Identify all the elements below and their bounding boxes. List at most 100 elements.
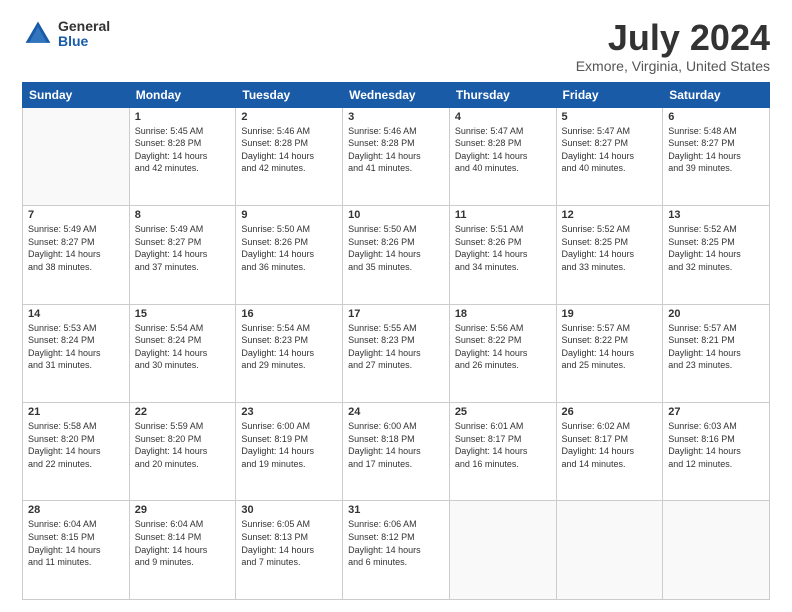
day-number: 24 <box>348 406 444 418</box>
calendar-cell: 24 Sunrise: 6:00 AM Sunset: 8:18 PM Dayli… <box>343 403 450 501</box>
calendar-cell: 23 Sunrise: 6:00 AM Sunset: 8:19 PM Dayli… <box>236 403 343 501</box>
day-info: Sunrise: 5:49 AM Sunset: 8:27 PM Dayligh… <box>28 223 124 273</box>
day-info: Sunrise: 5:54 AM Sunset: 8:23 PM Dayligh… <box>241 322 337 372</box>
calendar-cell: 14Sunrise: 5:53 AM Sunset: 8:24 PM Dayli… <box>23 304 130 402</box>
calendar-cell: 5Sunrise: 5:47 AM Sunset: 8:27 PM Daylig… <box>556 107 663 205</box>
day-info: Sunrise: 5:53 AM Sunset: 8:24 PM Dayligh… <box>28 322 124 372</box>
day-number: 17 <box>348 308 444 320</box>
col-monday: Monday <box>129 82 236 107</box>
day-info: Sunrise: 5:59 AM Sunset: 8:20 PM Dayligh… <box>135 420 231 470</box>
calendar-cell: 8Sunrise: 5:49 AM Sunset: 8:27 PM Daylig… <box>129 206 236 304</box>
calendar-cell: 29 Sunrise: 6:04 AM Sunset: 8:14 PM Dayli… <box>129 501 236 600</box>
calendar-body: 1 Sunrise: 5:45 AM Sunset: 8:28 PM Daylig… <box>23 107 770 599</box>
day-info: Sunrise: 6:00 AM Sunset: 8:19 PM Dayligh… <box>241 420 337 470</box>
day-number: 20 <box>668 308 764 320</box>
day-number: 29 <box>135 504 231 516</box>
calendar-week-row: 1 Sunrise: 5:45 AM Sunset: 8:28 PM Daylig… <box>23 107 770 205</box>
calendar-cell: 15 Sunrise: 5:54 AM Sunset: 8:24 PM Dayli… <box>129 304 236 402</box>
day-number: 15 <box>135 308 231 320</box>
day-info: Sunrise: 6:04 AM Sunset: 8:14 PM Dayligh… <box>135 518 231 568</box>
day-info: Sunrise: 5:50 AM Sunset: 8:26 PM Dayligh… <box>241 223 337 273</box>
day-number: 23 <box>241 406 337 418</box>
day-number: 12 <box>562 209 658 221</box>
day-number: 6 <box>668 111 764 123</box>
day-info: Sunrise: 6:01 AM Sunset: 8:17 PM Dayligh… <box>455 420 551 470</box>
day-info: Sunrise: 5:52 AM Sunset: 8:25 PM Dayligh… <box>668 223 764 273</box>
calendar-cell: 9 Sunrise: 5:50 AM Sunset: 8:26 PM Daylig… <box>236 206 343 304</box>
calendar-cell: 20Sunrise: 5:57 AM Sunset: 8:21 PM Dayli… <box>663 304 770 402</box>
calendar-cell: 28Sunrise: 6:04 AM Sunset: 8:15 PM Dayli… <box>23 501 130 600</box>
calendar-table: Sunday Monday Tuesday Wednesday Thursday… <box>22 82 770 600</box>
day-number: 1 <box>135 111 231 123</box>
calendar-cell: 22 Sunrise: 5:59 AM Sunset: 8:20 PM Dayli… <box>129 403 236 501</box>
day-info: Sunrise: 5:58 AM Sunset: 8:20 PM Dayligh… <box>28 420 124 470</box>
day-info: Sunrise: 5:56 AM Sunset: 8:22 PM Dayligh… <box>455 322 551 372</box>
day-info: Sunrise: 6:06 AM Sunset: 8:12 PM Dayligh… <box>348 518 444 568</box>
day-info: Sunrise: 6:04 AM Sunset: 8:15 PM Dayligh… <box>28 518 124 568</box>
day-number: 4 <box>455 111 551 123</box>
calendar-cell <box>449 501 556 600</box>
logo: General Blue <box>22 18 110 50</box>
calendar-cell: 3 Sunrise: 5:46 AM Sunset: 8:28 PM Daylig… <box>343 107 450 205</box>
day-number: 19 <box>562 308 658 320</box>
calendar-cell: 19Sunrise: 5:57 AM Sunset: 8:22 PM Dayli… <box>556 304 663 402</box>
day-number: 16 <box>241 308 337 320</box>
calendar-cell <box>663 501 770 600</box>
logo-general-text: General <box>58 19 110 34</box>
col-wednesday: Wednesday <box>343 82 450 107</box>
logo-blue-text: Blue <box>58 34 110 49</box>
weekday-header-row: Sunday Monday Tuesday Wednesday Thursday… <box>23 82 770 107</box>
day-info: Sunrise: 6:05 AM Sunset: 8:13 PM Dayligh… <box>241 518 337 568</box>
day-number: 22 <box>135 406 231 418</box>
day-number: 7 <box>28 209 124 221</box>
day-info: Sunrise: 5:54 AM Sunset: 8:24 PM Dayligh… <box>135 322 231 372</box>
day-number: 3 <box>348 111 444 123</box>
day-info: Sunrise: 5:51 AM Sunset: 8:26 PM Dayligh… <box>455 223 551 273</box>
day-info: Sunrise: 5:47 AM Sunset: 8:28 PM Dayligh… <box>455 125 551 175</box>
day-info: Sunrise: 5:47 AM Sunset: 8:27 PM Dayligh… <box>562 125 658 175</box>
col-friday: Friday <box>556 82 663 107</box>
calendar-cell: 18 Sunrise: 5:56 AM Sunset: 8:22 PM Dayli… <box>449 304 556 402</box>
month-year-title: July 2024 <box>576 18 770 58</box>
day-info: Sunrise: 6:00 AM Sunset: 8:18 PM Dayligh… <box>348 420 444 470</box>
col-sunday: Sunday <box>23 82 130 107</box>
location-subtitle: Exmore, Virginia, United States <box>576 58 770 74</box>
calendar-cell: 6 Sunrise: 5:48 AM Sunset: 8:27 PM Daylig… <box>663 107 770 205</box>
day-number: 27 <box>668 406 764 418</box>
calendar-cell: 13Sunrise: 5:52 AM Sunset: 8:25 PM Dayli… <box>663 206 770 304</box>
day-info: Sunrise: 5:46 AM Sunset: 8:28 PM Dayligh… <box>241 125 337 175</box>
day-number: 11 <box>455 209 551 221</box>
calendar-cell <box>556 501 663 600</box>
day-number: 8 <box>135 209 231 221</box>
calendar-cell <box>23 107 130 205</box>
calendar-cell: 17 Sunrise: 5:55 AM Sunset: 8:23 PM Dayli… <box>343 304 450 402</box>
day-info: Sunrise: 6:03 AM Sunset: 8:16 PM Dayligh… <box>668 420 764 470</box>
day-number: 21 <box>28 406 124 418</box>
calendar-cell: 10Sunrise: 5:50 AM Sunset: 8:26 PM Dayli… <box>343 206 450 304</box>
calendar-cell: 11 Sunrise: 5:51 AM Sunset: 8:26 PM Dayli… <box>449 206 556 304</box>
day-info: Sunrise: 5:46 AM Sunset: 8:28 PM Dayligh… <box>348 125 444 175</box>
calendar-week-row: 21 Sunrise: 5:58 AM Sunset: 8:20 PM Dayli… <box>23 403 770 501</box>
calendar-cell: 12 Sunrise: 5:52 AM Sunset: 8:25 PM Dayli… <box>556 206 663 304</box>
page: General Blue July 2024 Exmore, Virginia,… <box>0 0 792 612</box>
calendar-cell: 30 Sunrise: 6:05 AM Sunset: 8:13 PM Dayli… <box>236 501 343 600</box>
day-info: Sunrise: 5:52 AM Sunset: 8:25 PM Dayligh… <box>562 223 658 273</box>
day-info: Sunrise: 5:45 AM Sunset: 8:28 PM Dayligh… <box>135 125 231 175</box>
col-saturday: Saturday <box>663 82 770 107</box>
day-number: 18 <box>455 308 551 320</box>
day-number: 9 <box>241 209 337 221</box>
day-number: 30 <box>241 504 337 516</box>
calendar-week-row: 7 Sunrise: 5:49 AM Sunset: 8:27 PM Daylig… <box>23 206 770 304</box>
day-number: 10 <box>348 209 444 221</box>
header: General Blue July 2024 Exmore, Virginia,… <box>22 18 770 74</box>
calendar-cell: 7 Sunrise: 5:49 AM Sunset: 8:27 PM Daylig… <box>23 206 130 304</box>
calendar-cell: 21 Sunrise: 5:58 AM Sunset: 8:20 PM Dayli… <box>23 403 130 501</box>
day-number: 31 <box>348 504 444 516</box>
calendar-cell: 1 Sunrise: 5:45 AM Sunset: 8:28 PM Daylig… <box>129 107 236 205</box>
calendar-cell: 25Sunrise: 6:01 AM Sunset: 8:17 PM Dayli… <box>449 403 556 501</box>
calendar-cell: 16 Sunrise: 5:54 AM Sunset: 8:23 PM Dayli… <box>236 304 343 402</box>
day-info: Sunrise: 5:55 AM Sunset: 8:23 PM Dayligh… <box>348 322 444 372</box>
title-block: July 2024 Exmore, Virginia, United State… <box>576 18 770 74</box>
day-info: Sunrise: 5:48 AM Sunset: 8:27 PM Dayligh… <box>668 125 764 175</box>
day-number: 2 <box>241 111 337 123</box>
